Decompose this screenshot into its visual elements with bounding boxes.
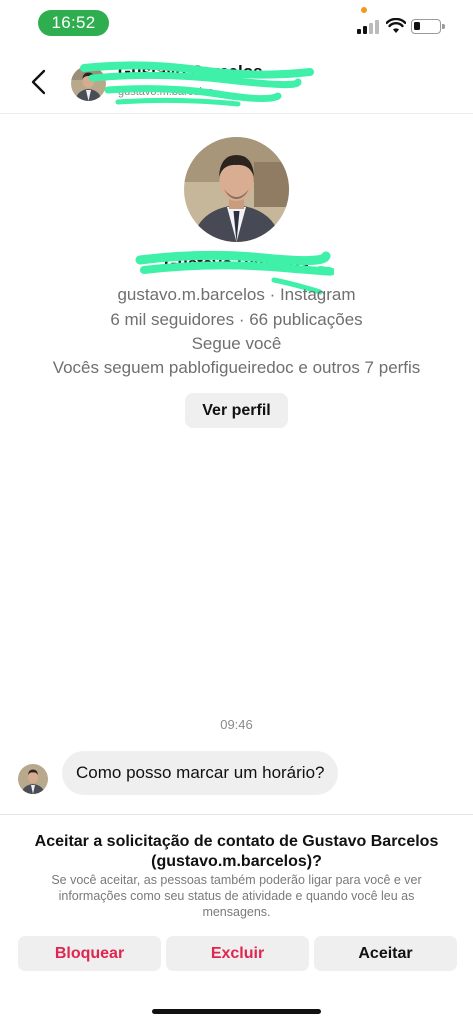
header-username: gustavo.m.barcelos: [118, 86, 214, 98]
mutual-followers: Vocês seguem pablofigueiredoc e outros 7…: [52, 358, 421, 377]
wifi-icon: [386, 18, 406, 33]
message-bubble[interactable]: Como posso marcar um horário?: [62, 751, 339, 795]
message-timestamp: 09:46: [220, 717, 253, 732]
profile-name: Gustavo Barcelos: [164, 254, 309, 273]
chat-header: Gustavo Barcelos gustavo.m.barcelos: [0, 46, 473, 114]
signal-icon: [357, 20, 379, 34]
header-name[interactable]: Gustavo Barcelos: [118, 62, 263, 82]
request-actions: Bloquear Excluir Aceitar: [18, 936, 458, 971]
profile-avatar[interactable]: [184, 137, 289, 242]
request-description: Se você aceitar, as pessoas também poder…: [51, 873, 422, 919]
back-arrow-icon[interactable]: [26, 68, 52, 96]
follows-you-label: Segue você: [191, 334, 282, 353]
status-bar: 16:52: [0, 0, 473, 46]
accept-button[interactable]: Aceitar: [314, 936, 457, 971]
battery-icon: [411, 19, 445, 34]
message-request-panel: Aceitar a solicitação de contato de Gust…: [0, 814, 473, 1024]
delete-button[interactable]: Excluir: [166, 936, 309, 971]
view-profile-button[interactable]: Ver perfil: [185, 393, 288, 428]
avatar[interactable]: [71, 66, 106, 101]
privacy-indicator-dot: [361, 7, 367, 13]
request-title: Aceitar a solicitação de contato de Gust…: [34, 833, 439, 870]
profile-username-source: gustavo.m.barcelos · Instagram: [117, 285, 356, 304]
home-indicator[interactable]: [152, 1009, 321, 1014]
profile-stats: 6 mil seguidores · 66 publicações: [110, 310, 363, 329]
status-time: 16:52: [38, 10, 109, 36]
block-button[interactable]: Bloquear: [18, 936, 161, 971]
avatar[interactable]: [18, 764, 48, 794]
